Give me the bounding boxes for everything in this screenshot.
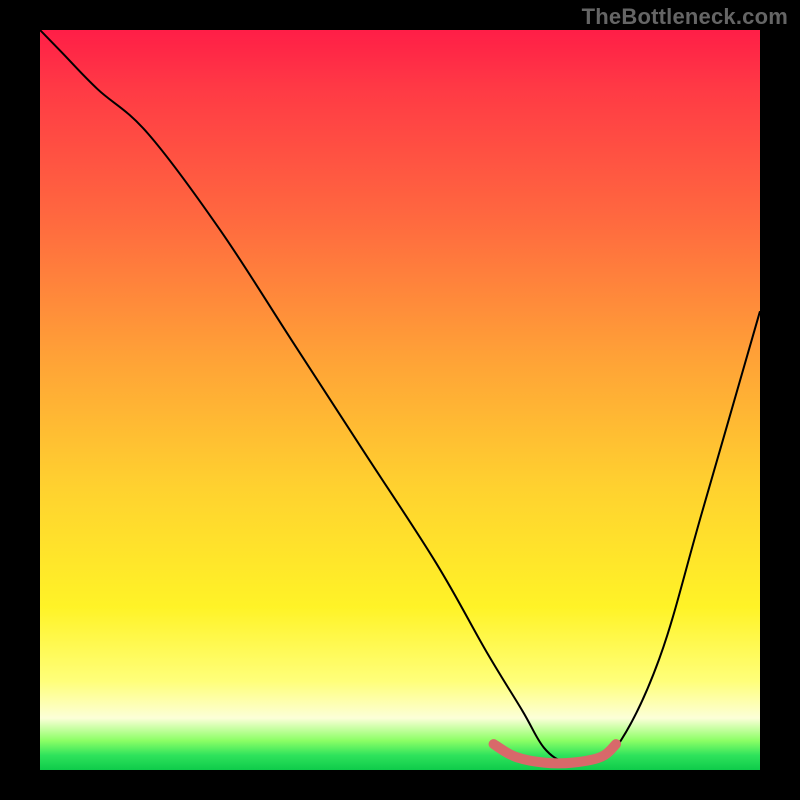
chart-container: TheBottleneck.com	[0, 0, 800, 800]
plot-area	[40, 30, 760, 770]
optimal-range-marker	[494, 744, 616, 763]
curve-svg	[40, 30, 760, 770]
bottleneck-curve	[40, 30, 760, 765]
watermark-text: TheBottleneck.com	[582, 4, 788, 30]
